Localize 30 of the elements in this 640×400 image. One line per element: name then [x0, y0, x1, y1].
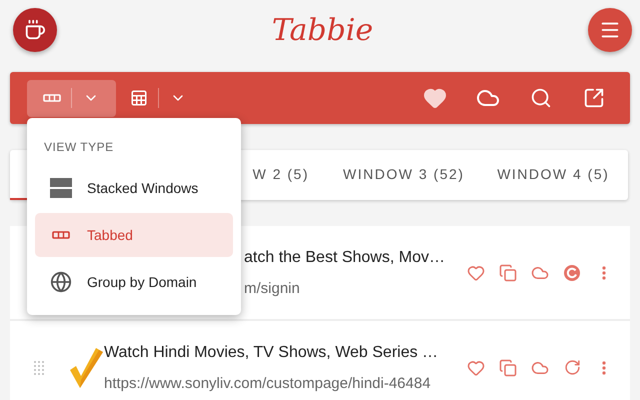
- copy-icon: [499, 264, 517, 282]
- menu-item[interactable]: Stacked Windows: [35, 166, 233, 210]
- table-icon: [130, 89, 148, 107]
- tab-url: m/signin: [244, 280, 301, 297]
- menu-item[interactable]: Group by Domain: [35, 260, 233, 304]
- tab-url: https://www.sonyliv.com/custompage/hindi-46484: [104, 375, 432, 392]
- app-logo: Tabbie: [272, 12, 374, 48]
- copy-icon: [499, 358, 517, 376]
- coffee-cup-icon: [24, 19, 46, 41]
- window-tab[interactable]: WINDOW 4 (5): [478, 150, 628, 200]
- tab-title[interactable]: Watch Hindi Movies, TV Shows, Web Series …: [104, 343, 449, 363]
- menu-item[interactable]: Tabbed: [35, 213, 233, 257]
- menu-heading: VIEW TYPE: [43, 139, 115, 156]
- more-icon: [602, 360, 606, 374]
- heart-icon: [467, 358, 485, 376]
- drag-handle-icon: [34, 360, 44, 374]
- globe-icon: [50, 271, 72, 293]
- coffee-button[interactable]: [13, 8, 57, 52]
- tabbed-icon: [43, 94, 61, 102]
- view-type-button-group[interactable]: [27, 80, 116, 116]
- more-icon: [602, 266, 606, 280]
- heart-icon: [467, 264, 485, 282]
- heart-icon: [423, 86, 447, 110]
- menu-button[interactable]: [588, 8, 632, 52]
- stacked-windows-icon: [50, 178, 72, 198]
- search-icon: [530, 87, 552, 109]
- tabbed-icon: [49, 231, 73, 239]
- tab-title[interactable]: atch the Best Shows, Mov…: [244, 248, 449, 268]
- window-tab[interactable]: WINDOW 3 (52): [329, 150, 478, 200]
- open-external-icon: [583, 87, 605, 109]
